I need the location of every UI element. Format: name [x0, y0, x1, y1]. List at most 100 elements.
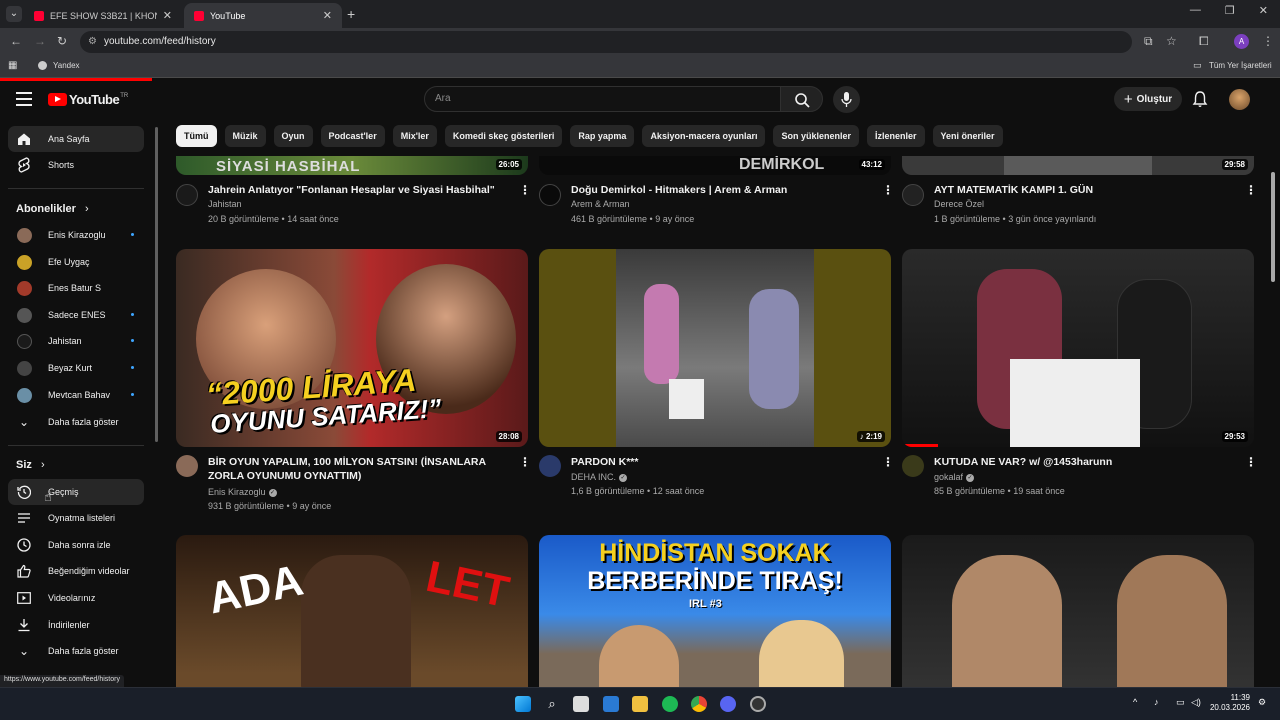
video-thumbnail[interactable]: DEMİRKOL 43:12	[539, 156, 891, 175]
minimize-icon[interactable]: —	[1190, 4, 1201, 17]
chip[interactable]: İzlenenler	[867, 125, 925, 147]
sidebar-item-shorts[interactable]: Shorts	[8, 152, 144, 178]
more-actions-icon[interactable]: ⋮	[1245, 183, 1257, 197]
create-button[interactable]: + Oluştur	[1114, 87, 1182, 111]
network-icon[interactable]: ▭	[1176, 697, 1185, 708]
clock[interactable]: 11:39 20.03.2026	[1210, 693, 1250, 713]
subscription-item[interactable]: Mevtcan Bahav	[8, 382, 144, 408]
close-window-icon[interactable]: ✕	[1259, 4, 1268, 17]
chip[interactable]: Podcast'ler	[320, 125, 385, 147]
chrome-icon[interactable]	[691, 696, 707, 712]
video-title[interactable]: BİR OYUN YAPALIM, 100 MİLYON SATSIN! (İN…	[208, 455, 513, 483]
forward-icon[interactable]: →	[34, 34, 46, 48]
more-actions-icon[interactable]: ⋮	[882, 183, 894, 197]
sidebar-scrollbar[interactable]	[155, 127, 158, 442]
apps-grid-icon[interactable]: ▦	[8, 60, 17, 71]
volume-icon[interactable]: ◁)	[1191, 697, 1201, 708]
search-input[interactable]: Ara	[424, 86, 781, 112]
sidebar-item-liked[interactable]: Beğendiğim videolar	[8, 558, 144, 584]
chip[interactable]: Mix'ler	[392, 125, 437, 147]
channel-name[interactable]: Enis Kirazoglu ✓	[208, 485, 277, 500]
reload-icon[interactable]: ↻	[57, 34, 67, 48]
subscription-item[interactable]: Jahistan	[8, 328, 144, 354]
profile-avatar[interactable]: A	[1234, 34, 1249, 49]
video-thumbnail[interactable]: ♪ 2:19	[539, 249, 891, 447]
subscriptions-heading[interactable]: Abonelikler ›	[16, 203, 89, 215]
browser-tab[interactable]: EFE SHOW S3B21 | KHONTKAR ✕	[24, 3, 182, 28]
video-thumbnail[interactable]: 29:58	[902, 156, 1254, 175]
chip[interactable]: Yeni öneriler	[932, 125, 1003, 147]
tray-chevron-icon[interactable]: ^	[1133, 697, 1137, 707]
channel-name[interactable]: Jahistan	[208, 197, 242, 212]
voice-search-button[interactable]	[833, 86, 860, 113]
video-thumbnail[interactable]: SİYASİ HASBİHAL 26:05	[176, 156, 528, 175]
search-icon[interactable]: ⌕	[544, 696, 560, 712]
chip[interactable]: Oyun	[273, 125, 313, 147]
video-title[interactable]: AYT MATEMATİK KAMPI 1. GÜN	[934, 183, 1234, 197]
restore-icon[interactable]: ❐	[1225, 4, 1235, 17]
channel-avatar[interactable]	[176, 455, 198, 477]
video-thumbnail[interactable]: 29:53	[902, 249, 1254, 447]
video-title[interactable]: Jahrein Anlatıyor "Fonlanan Hesaplar ve …	[208, 183, 508, 197]
chip[interactable]: Rap yapma	[570, 125, 635, 147]
video-thumbnail[interactable]: HİNDİSTAN SOKAK BERBERİNDE TIRAŞ! IRL #3	[539, 535, 891, 687]
browser-tab-active[interactable]: YouTube ✕	[184, 3, 342, 28]
more-actions-icon[interactable]: ⋮	[1245, 455, 1257, 469]
subscription-item[interactable]: Beyaz Kurt	[8, 355, 144, 381]
channel-avatar[interactable]	[176, 184, 198, 206]
notifications-bell-icon[interactable]	[1192, 90, 1208, 113]
search-button[interactable]	[780, 86, 823, 112]
sidebar-item-home[interactable]: Ana Sayfa	[8, 126, 144, 152]
sidebar-item-watch-later[interactable]: Daha sonra izle	[8, 532, 144, 558]
sidebar-item-downloads[interactable]: İndirilenler	[8, 612, 144, 638]
sidebar-item-your-videos[interactable]: Videolarınız	[8, 585, 144, 611]
video-thumbnail[interactable]: ADA LET	[176, 535, 528, 687]
show-more-you[interactable]: ⌄ Daha fazla göster	[8, 638, 144, 664]
account-avatar[interactable]	[1229, 89, 1250, 110]
channel-name[interactable]: Arem & Arman	[571, 197, 630, 212]
subscription-item[interactable]: Enes Batur S	[8, 275, 144, 301]
file-explorer-icon[interactable]	[632, 696, 648, 712]
mic-tray-icon[interactable]: ♪	[1154, 697, 1159, 707]
chip[interactable]: Komedi skeç gösterileri	[444, 125, 563, 147]
store-icon[interactable]	[573, 696, 589, 712]
sidebar-item-playlists[interactable]: Oynatma listeleri	[8, 505, 144, 531]
subscription-item[interactable]: Efe Uygaç	[8, 249, 144, 275]
discord-icon[interactable]	[720, 696, 736, 712]
you-heading[interactable]: Siz ›	[16, 459, 45, 471]
menu-dots-icon[interactable]: ⋮	[1262, 34, 1274, 48]
extensions-icon[interactable]: ⧠	[1199, 34, 1209, 49]
subscription-item[interactable]: Sadece ENES	[8, 302, 144, 328]
back-icon[interactable]: ←	[10, 34, 22, 48]
subscription-item[interactable]: Enis Kirazoglu	[8, 222, 144, 248]
video-thumbnail[interactable]: “2000 LİRAYA OYUNU SATARIZ!” 28:08	[176, 249, 528, 447]
channel-name[interactable]: DEHA INC. ✓	[571, 470, 628, 485]
video-title[interactable]: Doğu Demirkol - Hitmakers | Arem & Arman	[571, 183, 871, 197]
tab-search-icon[interactable]: ⌄	[6, 6, 22, 22]
install-app-icon[interactable]: ⧉	[1144, 34, 1153, 49]
channel-avatar[interactable]	[902, 184, 924, 206]
video-title[interactable]: KUTUDA NE VAR? w/ @1453harunn	[934, 455, 1234, 469]
channel-avatar[interactable]	[902, 455, 924, 477]
show-more-subscriptions[interactable]: ⌄ Daha fazla göster	[8, 409, 144, 435]
chip[interactable]: Aksiyon-macera oyunları	[642, 125, 766, 147]
close-tab-icon[interactable]: ✕	[163, 9, 172, 22]
more-actions-icon[interactable]: ⋮	[519, 455, 531, 469]
channel-avatar[interactable]	[539, 184, 561, 206]
notification-center-icon[interactable]: ⚙	[1258, 697, 1266, 708]
channel-avatar[interactable]	[539, 455, 561, 477]
more-actions-icon[interactable]: ⋮	[519, 183, 531, 197]
close-tab-icon[interactable]: ✕	[323, 9, 332, 22]
all-bookmarks[interactable]: Tüm Yer İşaretleri	[1209, 61, 1272, 70]
video-thumbnail[interactable]	[902, 535, 1254, 687]
site-info-icon[interactable]: ⚙	[88, 31, 97, 53]
windows-start-icon[interactable]	[515, 696, 531, 712]
chip[interactable]: Tümü	[176, 125, 217, 147]
steam-icon[interactable]	[750, 696, 766, 712]
address-input[interactable]: ⚙ youtube.com/feed/history	[80, 31, 1132, 53]
more-actions-icon[interactable]: ⋮	[882, 455, 894, 469]
chip[interactable]: Müzik	[224, 125, 266, 147]
new-tab-icon[interactable]: +	[347, 6, 355, 22]
channel-name[interactable]: Derece Özel	[934, 197, 984, 212]
spotify-icon[interactable]	[662, 696, 678, 712]
